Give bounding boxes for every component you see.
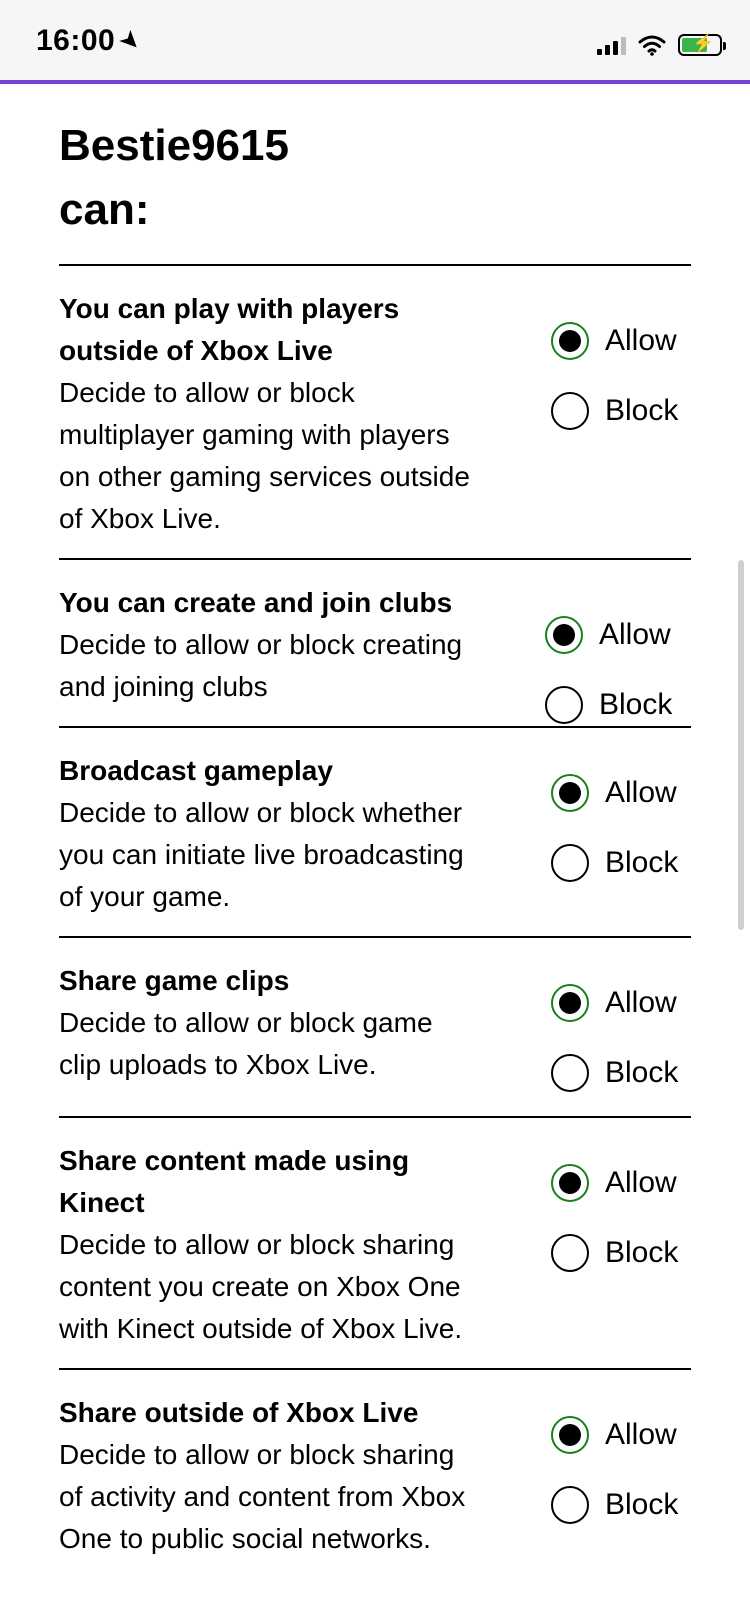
radio-allow-selected[interactable]	[551, 1164, 589, 1202]
block-option[interactable]: Block	[551, 828, 691, 898]
radio-allow-selected[interactable]	[551, 774, 589, 812]
setting-description: Decide to allow or block game clip uploa…	[59, 1007, 433, 1080]
radio-block[interactable]	[551, 844, 589, 882]
radio-allow-selected[interactable]	[545, 616, 583, 654]
setting-description: Decide to allow or block whether you can…	[59, 797, 464, 912]
setting-title: Share content made using Kinect	[59, 1145, 410, 1218]
radio-block[interactable]	[551, 1486, 589, 1524]
allow-label: Allow	[605, 1418, 677, 1451]
allow-option[interactable]: Allow	[551, 758, 691, 828]
scrollbar[interactable]	[738, 560, 744, 930]
setting-share-outside-xbox-live: Share outside of Xbox Live Decide to all…	[59, 1370, 691, 1578]
setting-broadcast-gameplay: Broadcast gameplay Decide to allow or bl…	[59, 728, 691, 936]
settings-content: Bestie9615 can: You can play with player…	[59, 84, 691, 1578]
block-option[interactable]: Block	[551, 1038, 691, 1108]
radio-group: Allow Block	[545, 600, 685, 740]
allow-option[interactable]: Allow	[551, 306, 691, 376]
setting-title: Share outside of Xbox Live	[59, 1397, 419, 1428]
allow-label: Allow	[605, 1166, 677, 1199]
battery-charging-icon: ⚡	[678, 33, 726, 56]
page-title: Bestie9615 can:	[59, 121, 289, 234]
setting-title: You can create and join clubs	[59, 587, 453, 618]
radio-block[interactable]	[551, 1234, 589, 1272]
radio-block[interactable]	[545, 686, 583, 724]
radio-group: Allow Block	[551, 968, 691, 1108]
block-label: Block	[605, 1056, 679, 1089]
allow-label: Allow	[605, 776, 677, 809]
radio-group: Allow Block	[551, 1148, 691, 1288]
radio-group: Allow Block	[551, 1400, 691, 1540]
setting-description: Decide to allow or block multiplayer gam…	[59, 377, 470, 534]
block-label: Block	[605, 1488, 679, 1521]
radio-group: Allow Block	[551, 758, 691, 898]
radio-allow-selected[interactable]	[551, 984, 589, 1022]
allow-label: Allow	[599, 618, 671, 651]
block-option[interactable]: Block	[551, 1470, 691, 1540]
allow-label: Allow	[605, 986, 677, 1019]
block-label: Block	[605, 846, 679, 879]
setting-title: Broadcast gameplay	[59, 755, 333, 786]
block-option[interactable]: Block	[551, 376, 691, 446]
block-label: Block	[599, 688, 673, 721]
time-text: 16:00	[36, 24, 116, 57]
setting-description: Decide to allow or block sharing content…	[59, 1229, 463, 1344]
radio-group: Allow Block	[551, 306, 691, 446]
setting-share-game-clips: Share game clips Decide to allow or bloc…	[59, 938, 691, 1116]
status-icons: ⚡	[597, 30, 726, 60]
setting-title: You can play with players outside of Xbo…	[59, 293, 400, 366]
setting-create-join-clubs: You can create and join clubs Decide to …	[59, 560, 691, 726]
setting-description: Decide to allow or block creating and jo…	[59, 629, 463, 702]
block-label: Block	[605, 394, 679, 427]
radio-allow-selected[interactable]	[551, 1416, 589, 1454]
allow-label: Allow	[605, 324, 677, 357]
setting-share-kinect-content: Share content made using Kinect Decide t…	[59, 1118, 691, 1368]
allow-option[interactable]: Allow	[545, 600, 685, 670]
status-time: 16:00➤	[36, 24, 147, 58]
allow-option[interactable]: Allow	[551, 968, 691, 1038]
signal-icon	[597, 35, 626, 55]
radio-block[interactable]	[551, 392, 589, 430]
location-arrow-icon: ➤	[115, 25, 147, 57]
setting-title: Share game clips	[59, 965, 290, 996]
block-option[interactable]: Block	[551, 1218, 691, 1288]
allow-option[interactable]: Allow	[551, 1400, 691, 1470]
radio-allow-selected[interactable]	[551, 322, 589, 360]
setting-play-outside-xbox-live: You can play with players outside of Xbo…	[59, 266, 691, 558]
status-bar: 16:00➤ ⚡	[0, 0, 750, 84]
radio-block[interactable]	[551, 1054, 589, 1092]
allow-option[interactable]: Allow	[551, 1148, 691, 1218]
wifi-icon	[638, 35, 666, 56]
setting-description: Decide to allow or block sharing of acti…	[59, 1439, 466, 1554]
block-label: Block	[605, 1236, 679, 1269]
